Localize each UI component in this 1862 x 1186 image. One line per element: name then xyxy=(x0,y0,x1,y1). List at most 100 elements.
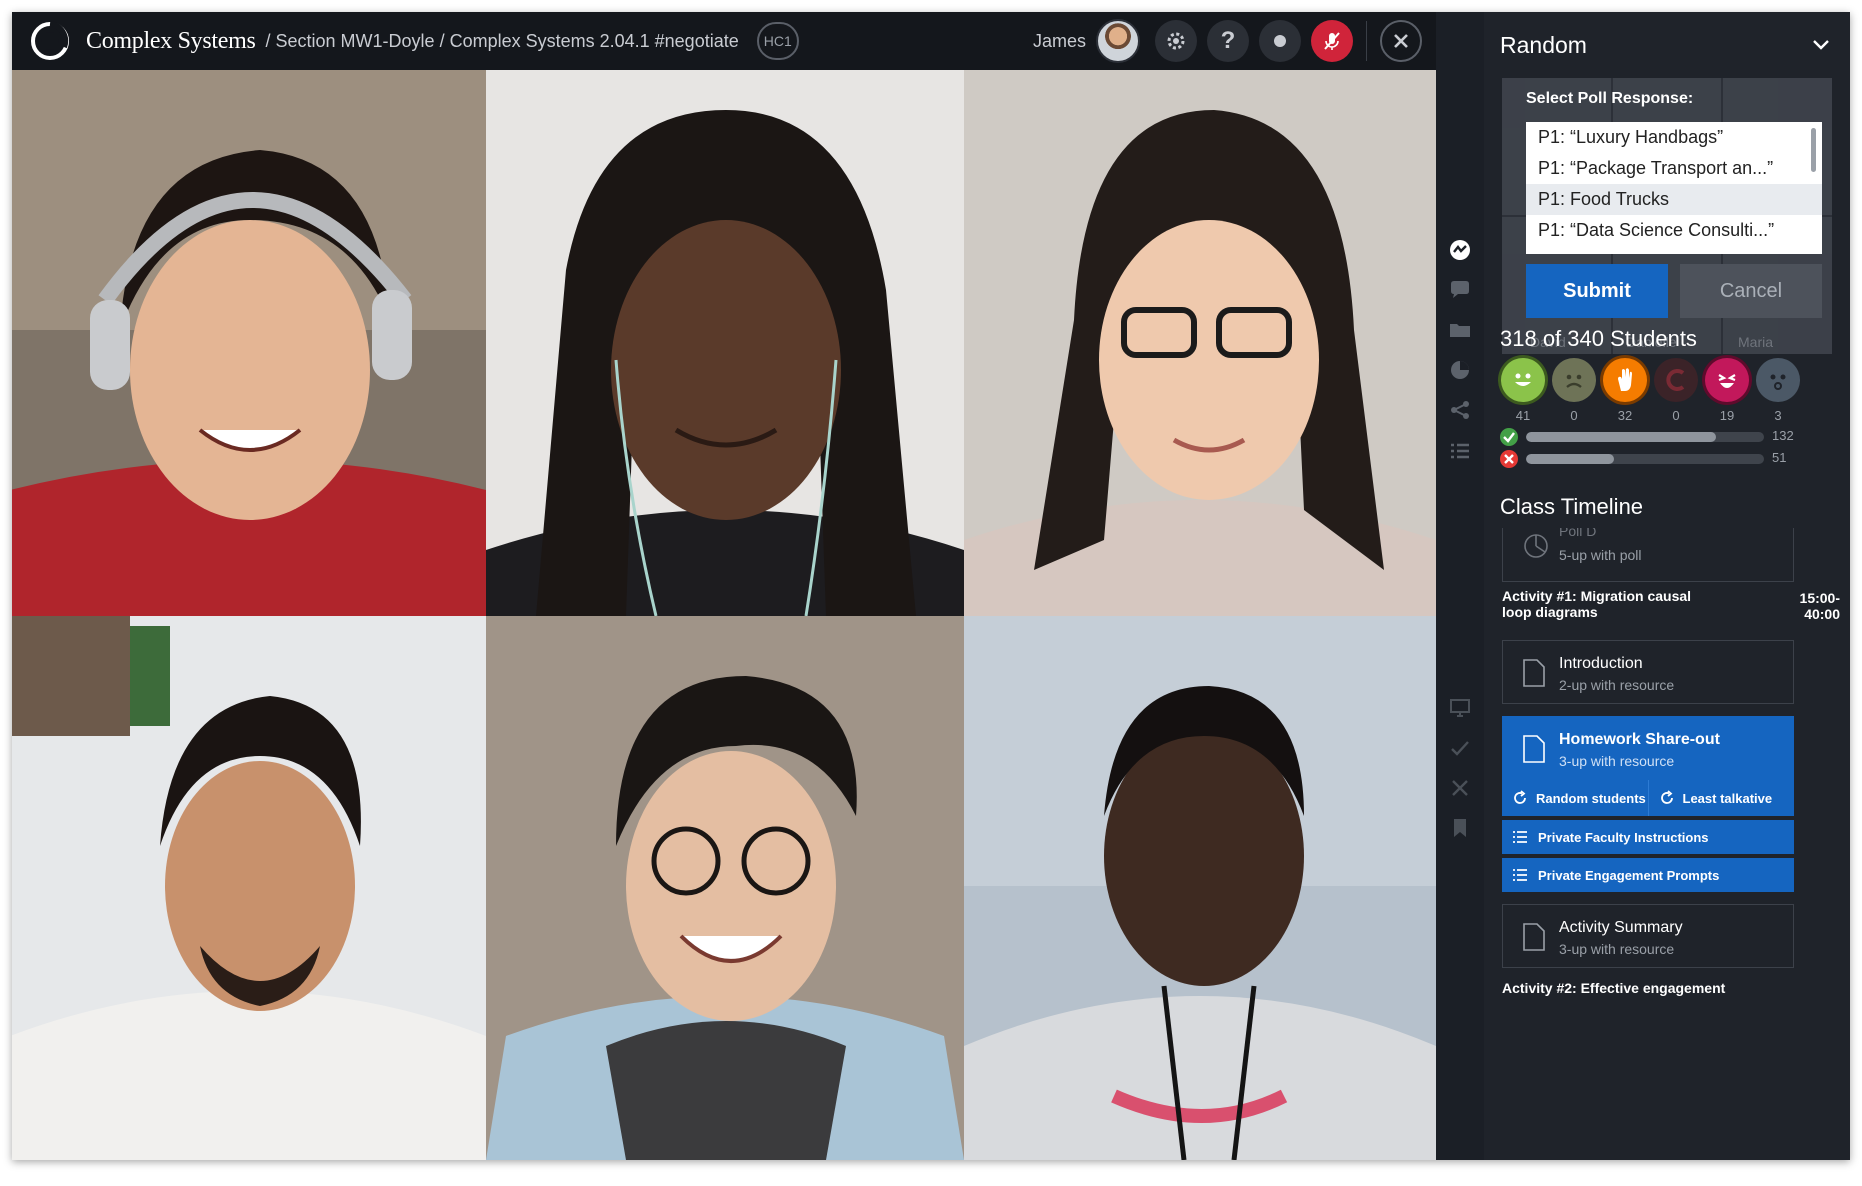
laugh-icon xyxy=(1705,358,1749,402)
reaction-count: 19 xyxy=(1719,408,1735,423)
reaction-count: 41 xyxy=(1515,408,1531,423)
x-icon[interactable] xyxy=(1448,776,1472,800)
video-tile[interactable] xyxy=(964,616,1436,1160)
reaction-count: 3 xyxy=(1774,408,1782,423)
refresh-icon xyxy=(1514,790,1526,804)
reaction-hand[interactable]: 32 xyxy=(1600,358,1650,423)
chat-icon[interactable] xyxy=(1448,278,1472,302)
right-panel: Random Select Poll Response: P1: “Luxury… xyxy=(1484,12,1850,1160)
students-summary: 318 of 340 Students xyxy=(1500,326,1697,351)
card-title: Activity Summary xyxy=(1559,919,1683,936)
chevron-down-icon[interactable] xyxy=(1812,38,1830,56)
card-title: Poll D xyxy=(1559,528,1597,539)
record-icon xyxy=(1274,35,1286,47)
timeline-card-summary[interactable]: Activity Summary 3-up with resource xyxy=(1502,904,1794,968)
folder-icon[interactable] xyxy=(1448,318,1472,342)
brand-name: Complex Systems xyxy=(86,27,256,54)
x-circle-icon xyxy=(1500,450,1518,468)
poll-option-selected[interactable]: P1: Food Trucks xyxy=(1526,184,1822,215)
activity-time-start: 15:00- xyxy=(1799,590,1840,606)
activity-time-end: 40:00 xyxy=(1804,606,1840,622)
video-tile[interactable] xyxy=(964,70,1436,616)
card-subtitle: 2-up with resource xyxy=(1559,677,1675,693)
record-button[interactable] xyxy=(1259,20,1301,62)
pie-chart-icon xyxy=(1523,533,1549,564)
avatar[interactable] xyxy=(1096,19,1140,63)
activity-title: Activity #1: Migration causal loop diagr… xyxy=(1502,588,1692,620)
video-tile[interactable] xyxy=(12,616,486,1160)
document-icon xyxy=(1523,735,1545,768)
poll-heading: Select Poll Response: xyxy=(1526,90,1694,107)
pulse-icon[interactable] xyxy=(1448,238,1472,262)
monitor-icon[interactable] xyxy=(1448,696,1472,720)
sad-icon xyxy=(1552,358,1596,402)
mute-button[interactable] xyxy=(1311,20,1353,62)
confused-icon xyxy=(1756,358,1800,402)
document-icon xyxy=(1523,659,1545,692)
least-talkative-button[interactable]: Least talkative xyxy=(1647,780,1795,816)
reaction-count: 0 xyxy=(1672,408,1680,423)
reaction-laugh[interactable]: 19 xyxy=(1702,358,1752,423)
poll-option[interactable]: P1: “Luxury Handbags” xyxy=(1526,122,1822,153)
timeline-card-homework[interactable]: Homework Share-out 3-up with resource xyxy=(1502,716,1794,780)
correct-votes-bar: 132 xyxy=(1500,426,1840,448)
reaction-count: 0 xyxy=(1570,408,1578,423)
incorrect-votes-bar: 51 xyxy=(1500,448,1840,470)
private-engagement-prompts[interactable]: Private Engagement Prompts xyxy=(1502,858,1794,892)
action-label: Random students xyxy=(1536,790,1646,806)
list-scrollbar[interactable] xyxy=(1811,128,1816,172)
video-tile[interactable] xyxy=(486,70,964,616)
reaction-sad[interactable]: 0 xyxy=(1549,358,1599,423)
close-icon xyxy=(1394,34,1408,48)
progress-track xyxy=(1526,432,1764,442)
document-icon xyxy=(1523,923,1545,956)
card-title: Introduction xyxy=(1559,655,1643,672)
gear-icon xyxy=(1167,32,1185,50)
random-students-button[interactable]: Random students xyxy=(1502,780,1648,816)
poll-response-dialog: Select Poll Response: P1: “Luxury Handba… xyxy=(1502,78,1832,354)
action-label: Private Faculty Instructions xyxy=(1538,829,1709,845)
class-timeline: Poll D 5-up with poll Activity #1: Migra… xyxy=(1484,528,1850,1160)
reaction-return[interactable]: 0 xyxy=(1651,358,1701,423)
mic-muted-icon xyxy=(1324,32,1340,50)
close-button[interactable] xyxy=(1380,20,1422,62)
card-subtitle: 5-up with poll xyxy=(1559,547,1642,563)
progress-fill xyxy=(1526,454,1615,464)
poll-option[interactable]: P1: “Package Transport an...” xyxy=(1526,153,1822,184)
breadcrumb[interactable]: / Section MW1-Doyle / Complex Systems 2.… xyxy=(266,31,739,52)
private-faculty-instructions[interactable]: Private Faculty Instructions xyxy=(1502,820,1794,854)
activity-time: 15:00- 40:00 xyxy=(1800,590,1840,622)
video-grid xyxy=(12,70,1436,1160)
list-icon xyxy=(1513,869,1527,881)
help-button[interactable]: ? xyxy=(1207,20,1249,62)
timeline-card-poll[interactable]: Poll D 5-up with poll xyxy=(1502,528,1794,582)
pie-chart-icon[interactable] xyxy=(1448,358,1472,382)
question-icon: ? xyxy=(1220,27,1236,54)
progress-track xyxy=(1526,454,1764,464)
activity-title: Activity #2: Effective engagement xyxy=(1502,980,1726,996)
video-tile[interactable] xyxy=(12,70,486,616)
timeline-title: Class Timeline xyxy=(1500,494,1644,519)
return-icon xyxy=(1654,358,1698,402)
raised-hand-icon xyxy=(1603,358,1647,402)
check-icon[interactable] xyxy=(1448,736,1472,760)
list-icon[interactable] xyxy=(1448,440,1472,464)
reaction-confused[interactable]: 3 xyxy=(1753,358,1803,423)
poll-response-list[interactable]: P1: “Luxury Handbags” P1: “Package Trans… xyxy=(1526,122,1822,254)
card-subtitle: 3-up with resource xyxy=(1559,753,1675,769)
settings-button[interactable] xyxy=(1155,20,1197,62)
card-subtitle: 3-up with resource xyxy=(1559,941,1675,957)
hc-badge[interactable]: HC1 xyxy=(756,22,799,60)
reaction-smile[interactable]: 41 xyxy=(1498,358,1548,423)
action-label: Private Engagement Prompts xyxy=(1538,867,1720,883)
card-title: Homework Share-out xyxy=(1559,731,1720,748)
cancel-button[interactable]: Cancel xyxy=(1680,264,1822,318)
bookmark-icon[interactable] xyxy=(1448,816,1472,840)
timeline-card-introduction[interactable]: Introduction 2-up with resource xyxy=(1502,640,1794,704)
panel-title: Random xyxy=(1500,32,1587,58)
submit-button[interactable]: Submit xyxy=(1526,264,1668,318)
top-bar: Complex Systems / Section MW1-Doyle / Co… xyxy=(12,12,1436,70)
share-icon[interactable] xyxy=(1448,398,1472,422)
video-tile[interactable] xyxy=(486,616,964,1160)
poll-option[interactable]: P1: “Data Science Consulti...” xyxy=(1526,215,1822,246)
